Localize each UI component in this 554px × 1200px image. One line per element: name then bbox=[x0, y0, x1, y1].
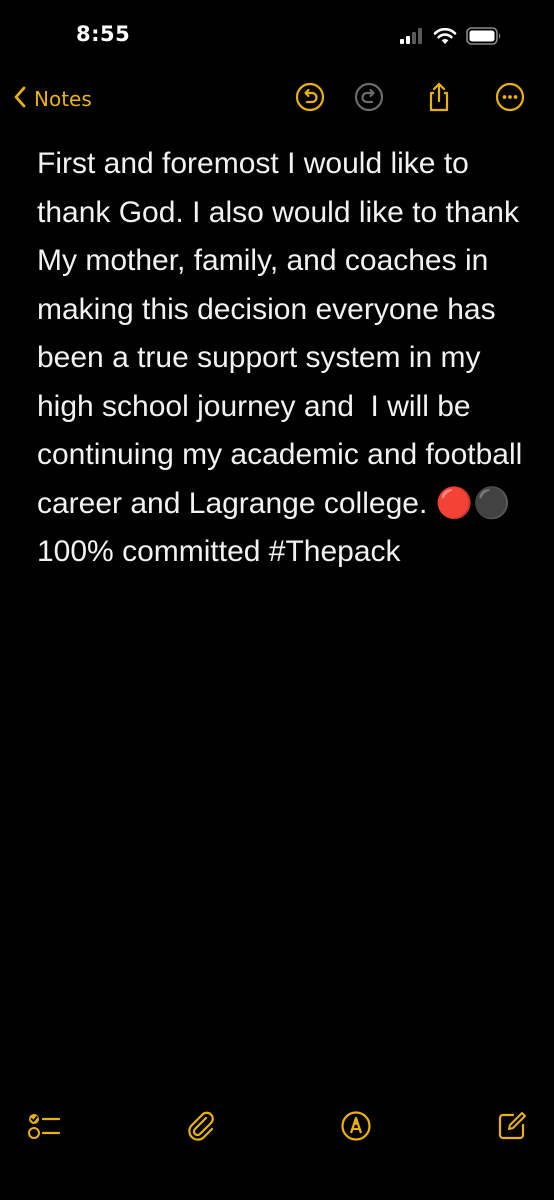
undo-icon bbox=[295, 82, 325, 116]
compose-button[interactable] bbox=[494, 1110, 530, 1146]
redo-button[interactable] bbox=[352, 82, 386, 116]
attachment-button[interactable] bbox=[183, 1110, 219, 1146]
more-icon bbox=[495, 82, 525, 116]
compose-icon bbox=[496, 1110, 528, 1146]
more-button[interactable] bbox=[493, 82, 527, 116]
home-indicator bbox=[0, 1170, 554, 1200]
share-icon bbox=[425, 81, 453, 117]
back-label: Notes bbox=[34, 87, 92, 111]
redo-icon bbox=[354, 82, 384, 116]
paperclip-icon bbox=[185, 1109, 217, 1147]
checklist-icon bbox=[27, 1111, 61, 1145]
back-button[interactable]: Notes bbox=[12, 82, 92, 116]
share-button[interactable] bbox=[422, 82, 456, 116]
wifi-icon bbox=[433, 27, 457, 49]
note-toolbar: Notes bbox=[0, 72, 554, 128]
status-bar: 8:55 bbox=[0, 0, 554, 70]
cellular-signal-icon bbox=[400, 28, 424, 48]
status-time: 8:55 bbox=[76, 22, 131, 46]
note-body[interactable]: First and foremost I would like to thank… bbox=[37, 140, 537, 577]
markup-button[interactable] bbox=[338, 1110, 374, 1146]
status-icons bbox=[400, 27, 502, 49]
markup-pen-icon bbox=[340, 1110, 372, 1146]
chevron-left-icon bbox=[12, 85, 28, 113]
battery-icon bbox=[466, 27, 502, 49]
undo-button[interactable] bbox=[293, 82, 327, 116]
bottom-toolbar bbox=[0, 1104, 554, 1154]
checklist-button[interactable] bbox=[26, 1110, 62, 1146]
